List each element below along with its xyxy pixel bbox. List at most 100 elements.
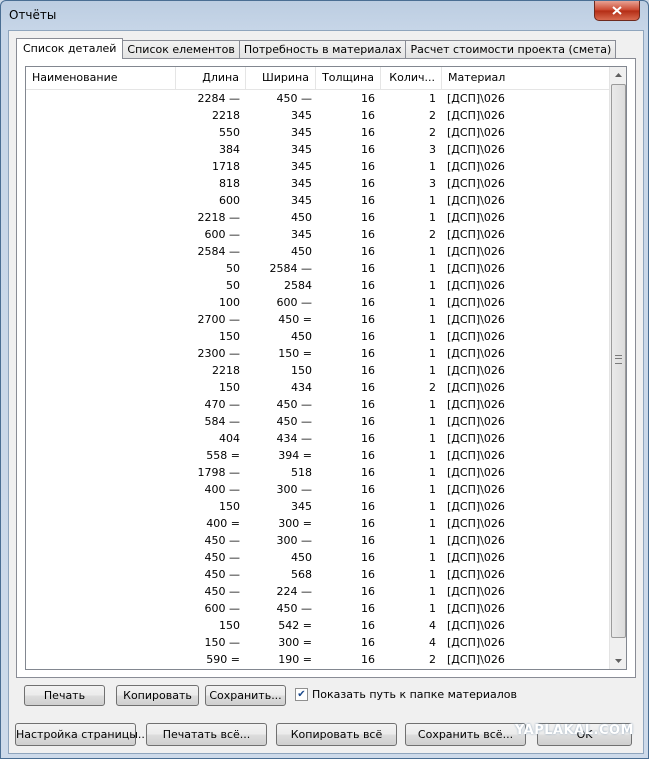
width-cell: 224 — [276,585,313,598]
length-cell: 2218 [212,109,240,122]
table-row[interactable]: 2218 150 16 1 [ДСП]\026 [26,362,609,379]
width-cell: 394 = [278,449,312,462]
thickness-cell: 16 [361,568,375,581]
table-row[interactable]: 450 — 450 16 1 [ДСП]\026 [26,549,609,566]
quantity-cell: 1 [429,262,436,275]
scroll-down-button[interactable] [610,653,626,669]
save-button[interactable]: Сохранить... [205,685,286,706]
table-row[interactable]: 384 345 16 3 [ДСП]\026 [26,141,609,158]
table-row[interactable]: 2584 — 450 16 1 [ДСП]\026 [26,243,609,260]
table-row[interactable]: 600 — 345 16 2 [ДСП]\026 [26,226,609,243]
length-cell: 470 — [204,398,241,411]
table-row[interactable]: 1798 — 518 16 1 [ДСП]\026 [26,464,609,481]
title-bar[interactable]: Отчёты [1,1,648,29]
width-cell: 450 [291,551,312,564]
show-material-path-checkbox[interactable]: ✔ [295,687,308,701]
table-row[interactable]: 150 434 16 2 [ДСП]\026 [26,379,609,396]
copy-all-button[interactable]: Копировать всё [276,723,397,746]
vertical-scrollbar[interactable] [609,67,626,669]
width-cell: 568 [291,568,312,581]
width-cell: 300 — [276,483,313,496]
close-button[interactable] [594,1,640,21]
tab-material-needs[interactable]: Потребность в материалах [238,40,407,58]
material-cell: [ДСП]\026 [447,245,505,258]
column-header-length[interactable]: Длина [176,67,246,89]
window-client-area: Список деталей Список елементов Потребно… [8,30,644,754]
width-cell: 450 [291,211,312,224]
column-header-name[interactable]: Наименование [26,67,176,89]
quantity-cell: 1 [429,160,436,173]
tab-cost-estimate[interactable]: Расчет стоимости проекта (смета) [405,40,617,58]
quantity-cell: 2 [429,228,436,241]
length-cell: 50 [226,279,240,292]
column-header-width[interactable]: Ширина [246,67,316,89]
quantity-cell: 1 [429,279,436,292]
table-row[interactable]: 600 — 450 — 16 1 [ДСП]\026 [26,600,609,617]
tab-strip: Список деталей Список елементов Потребно… [16,38,617,59]
table-row[interactable]: 50 2584 16 1 [ДСП]\026 [26,277,609,294]
thickness-cell: 16 [361,449,375,462]
column-header-thickness[interactable]: Толщина [316,67,381,89]
table-row[interactable]: 818 345 16 3 [ДСП]\026 [26,175,609,192]
thickness-cell: 16 [361,194,375,207]
table-row[interactable]: 550 345 16 2 [ДСП]\026 [26,124,609,141]
material-cell: [ДСП]\026 [447,602,505,615]
parts-table[interactable]: Наименование Длина Ширина Толщина Колич.… [25,66,627,670]
material-cell: [ДСП]\026 [447,483,505,496]
length-cell: 1718 [212,160,240,173]
table-row[interactable]: 470 — 450 — 16 1 [ДСП]\026 [26,396,609,413]
table-row[interactable]: 558 = 394 = 16 1 [ДСП]\026 [26,447,609,464]
tab-elements-list[interactable]: Список елементов [122,40,240,58]
table-row[interactable]: 400 = 300 = 16 1 [ДСП]\026 [26,515,609,532]
table-row[interactable]: 404 434 — 16 1 [ДСП]\026 [26,430,609,447]
scroll-thumb[interactable] [611,84,626,638]
quantity-cell: 4 [429,619,436,632]
quantity-cell: 1 [429,449,436,462]
table-row[interactable]: 150 345 16 1 [ДСП]\026 [26,498,609,515]
checkmark-icon: ✔ [297,688,306,700]
material-cell: [ДСП]\026 [447,160,505,173]
table-row[interactable]: 590 = 190 = 16 2 [ДСП]\026 [26,651,609,668]
save-all-button[interactable]: Сохранить всё... [405,723,526,746]
page-setup-button[interactable]: Настройка страницы... [15,723,148,746]
length-cell: 450 — [204,534,241,547]
table-row[interactable]: 150 542 = 16 4 [ДСП]\026 [26,617,609,634]
scroll-up-button[interactable] [610,67,626,83]
print-button[interactable]: Печать [24,685,105,706]
width-cell: 450 — [276,92,313,105]
width-cell: 450 = [278,313,312,326]
table-row[interactable]: 2218 — 450 16 1 [ДСП]\026 [26,209,609,226]
column-header-material[interactable]: Материал [442,67,609,89]
tab-parts-list[interactable]: Список деталей [16,38,124,59]
table-row[interactable]: 150 450 16 1 [ДСП]\026 [26,328,609,345]
material-cell: [ДСП]\026 [447,228,505,241]
table-row[interactable]: 584 — 450 — 16 1 [ДСП]\026 [26,413,609,430]
thickness-cell: 16 [361,330,375,343]
thickness-cell: 16 [361,398,375,411]
table-row[interactable]: 2700 — 450 = 16 1 [ДСП]\026 [26,311,609,328]
table-row[interactable]: 50 2584 — 16 1 [ДСП]\026 [26,260,609,277]
print-all-button[interactable]: Печатать всё... [146,723,267,746]
table-row[interactable]: 2284 — 450 — 16 1 [ДСП]\026 [26,90,609,107]
table-row[interactable]: 2218 345 16 2 [ДСП]\026 [26,107,609,124]
reports-window: Отчёты Список деталей Список елементов П… [0,0,649,759]
material-cell: [ДСП]\026 [447,551,505,564]
length-cell: 450 — [204,568,241,581]
table-row[interactable]: 2300 — 150 = 16 1 [ДСП]\026 [26,345,609,362]
table-row[interactable]: 600 345 16 1 [ДСП]\026 [26,192,609,209]
table-row[interactable]: 450 — 568 16 1 [ДСП]\026 [26,566,609,583]
table-row[interactable]: 100 600 — 16 1 [ДСП]\026 [26,294,609,311]
width-cell: 150 [291,364,312,377]
thickness-cell: 16 [361,466,375,479]
table-row[interactable]: 400 — 300 — 16 1 [ДСП]\026 [26,481,609,498]
thickness-cell: 16 [361,483,375,496]
table-row[interactable]: 450 — 300 — 16 1 [ДСП]\026 [26,532,609,549]
show-material-path-option[interactable]: ✔ Показать путь к папке материалов [295,686,517,702]
width-cell: 600 — [276,296,313,309]
grip-icon [615,355,622,364]
table-row[interactable]: 450 — 224 — 16 1 [ДСП]\026 [26,583,609,600]
table-row[interactable]: 150 — 300 = 16 4 [ДСП]\026 [26,634,609,651]
column-header-quantity[interactable]: Колич... [381,67,442,89]
table-row[interactable]: 1718 345 16 1 [ДСП]\026 [26,158,609,175]
copy-button[interactable]: Копировать [116,685,199,706]
